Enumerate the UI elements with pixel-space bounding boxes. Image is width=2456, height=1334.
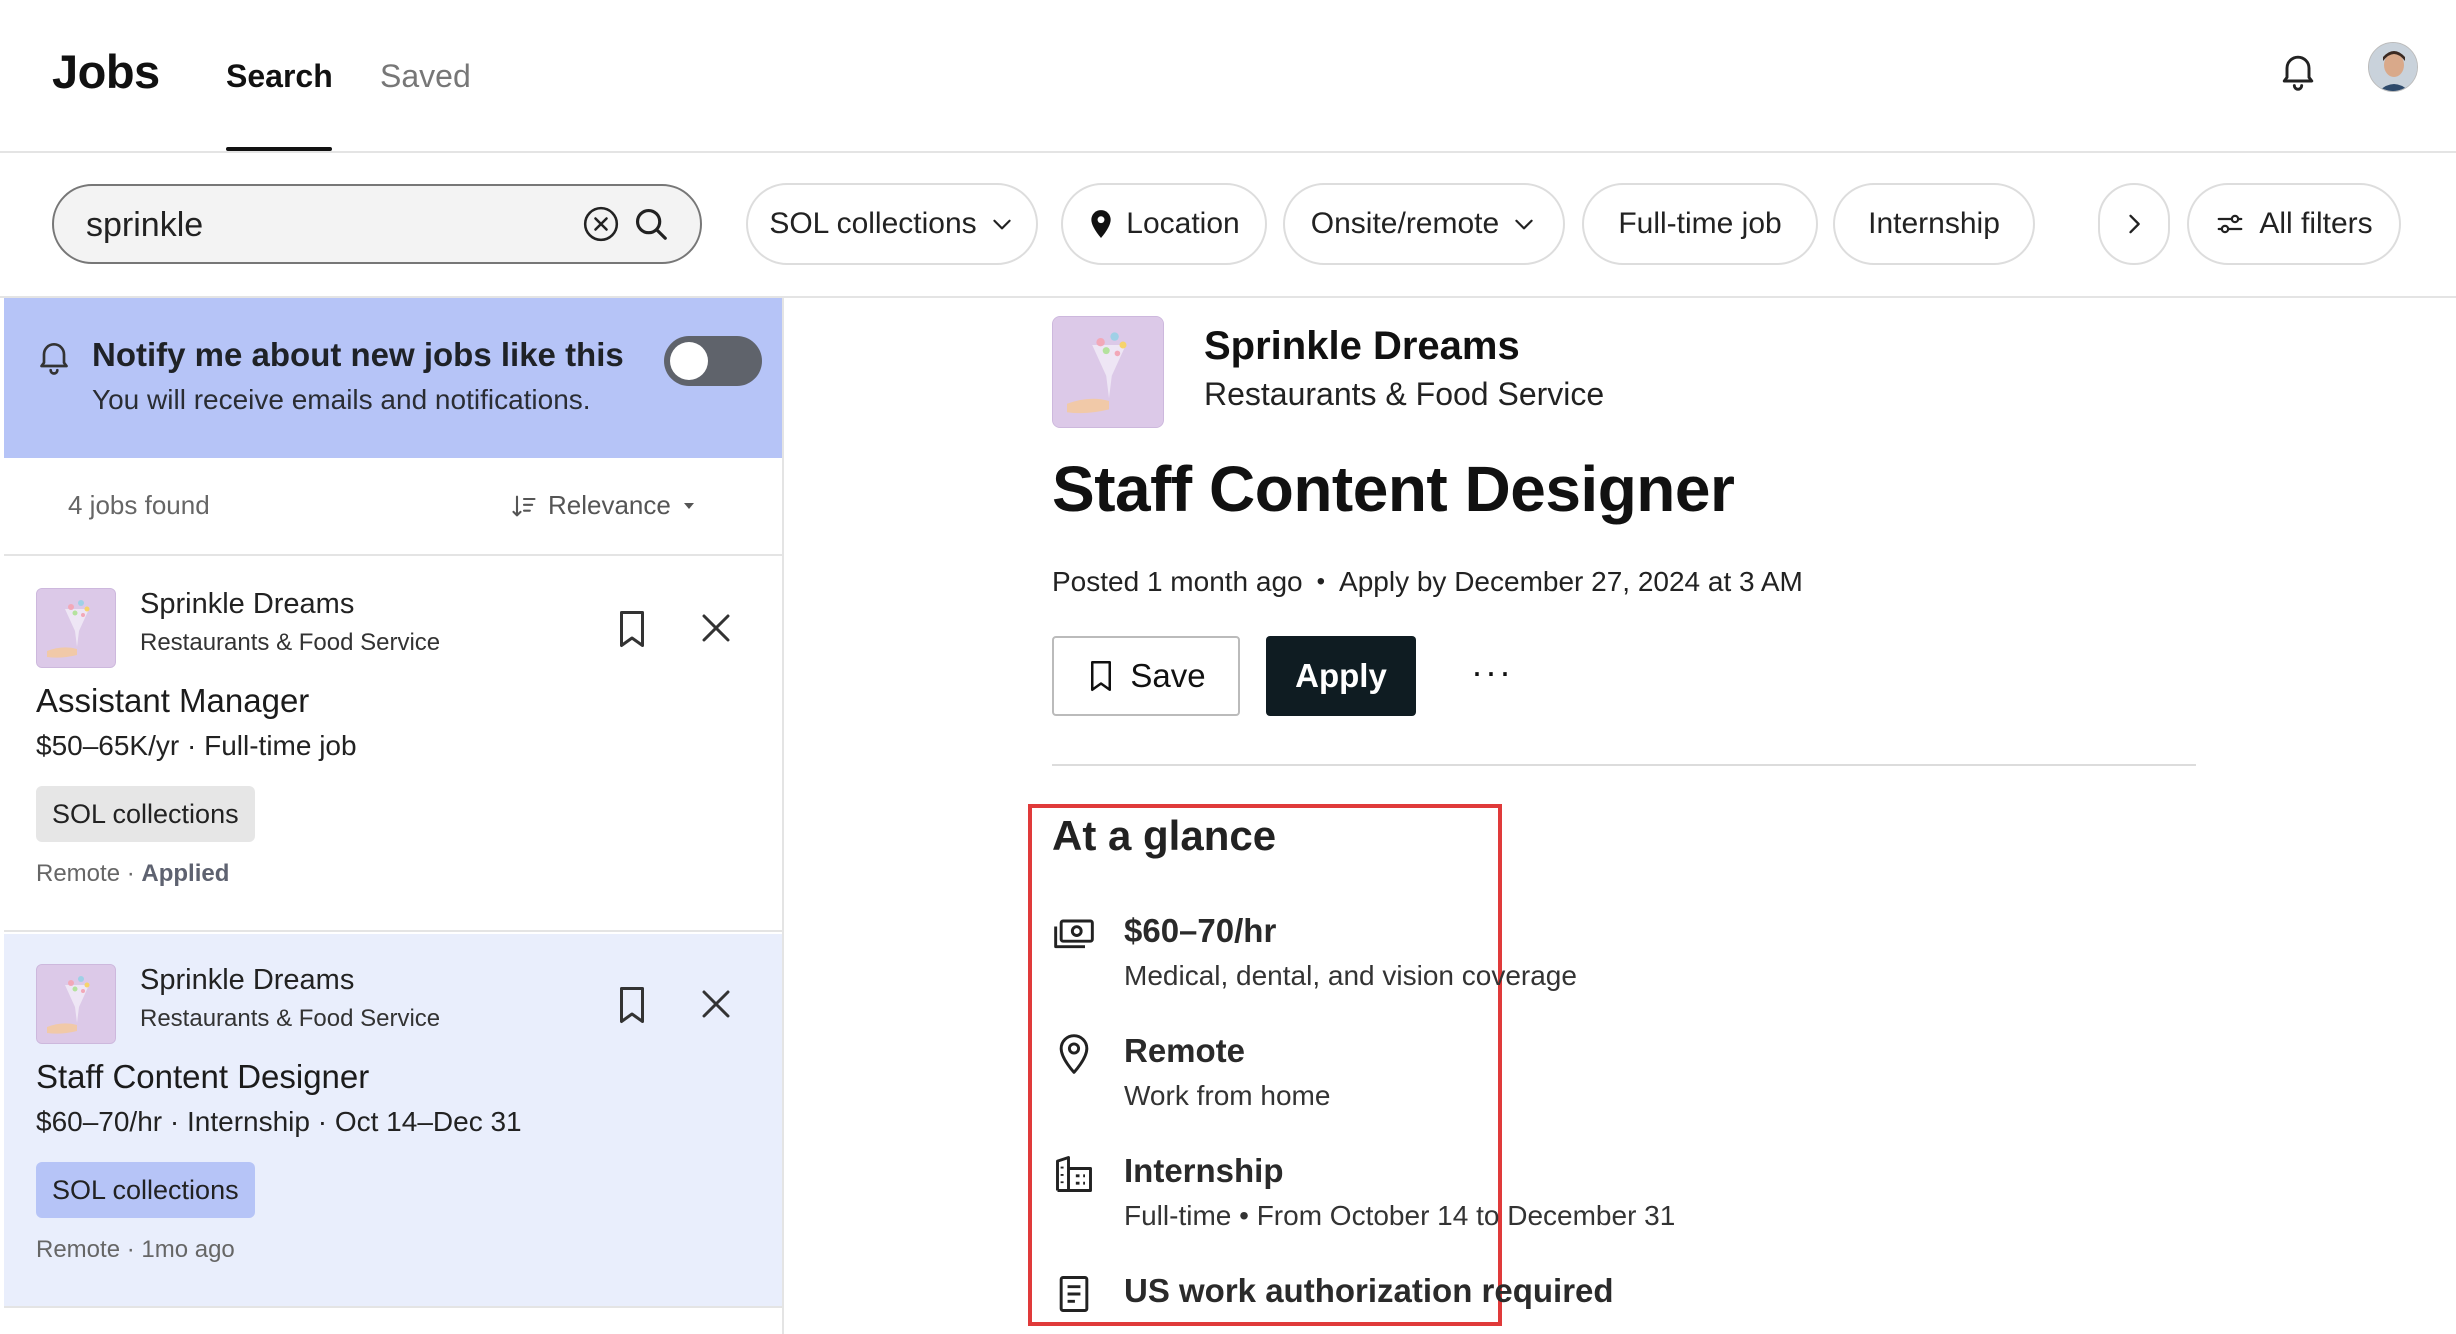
job-alert-toggle[interactable] <box>664 336 762 386</box>
glance-authorization-title: US work authorization required <box>1124 1272 1614 1309</box>
filter-location-label: Location <box>1126 207 1240 240</box>
chevron-down-icon <box>1515 219 1533 230</box>
user-avatar[interactable] <box>2368 42 2418 92</box>
job-card-title[interactable]: Staff Content Designer <box>36 1058 369 1096</box>
filter-internship-label: Internship <box>1868 207 2000 240</box>
job-card-company: Sprinkle Dreams <box>140 588 355 620</box>
filter-bar: sprinkle SOL collections Location Onsite… <box>0 153 2456 298</box>
all-filters-button[interactable]: All filters <box>2187 183 2401 265</box>
clear-search-icon[interactable] <box>582 205 620 243</box>
building-icon <box>1052 1152 1096 1196</box>
detail-posting-info: Posted 1 month ago • Apply by December 2… <box>1052 566 1803 598</box>
pin-icon <box>1091 210 1111 238</box>
chips-fade-overlay <box>2040 177 2096 273</box>
job-card-industry: Restaurants & Food Service <box>140 1005 441 1032</box>
at-a-glance-heading: At a glance <box>1052 812 1277 859</box>
company-logo <box>36 964 116 1044</box>
sort-icon <box>512 495 536 516</box>
job-alert-title: Notify me about new jobs like this <box>92 336 624 373</box>
job-list-panel: Notify me about new jobs like this You w… <box>0 298 784 1334</box>
apply-button[interactable]: Apply <box>1266 636 1416 716</box>
filter-internship[interactable]: Internship <box>1833 183 2035 265</box>
results-count: 4 jobs found <box>68 490 210 520</box>
save-button-label: Save <box>1130 657 1206 694</box>
job-card-company: Sprinkle Dreams <box>140 964 355 996</box>
filter-full-time-label: Full-time job <box>1618 207 1782 240</box>
glance-location-title: Remote <box>1124 1032 1246 1069</box>
company-logo <box>36 588 116 668</box>
chevron-right-icon <box>2129 214 2140 234</box>
job-card-footer: Remote · 1mo ago <box>36 1236 235 1263</box>
search-input[interactable]: sprinkle <box>52 184 702 264</box>
detail-job-title: Staff Content Designer <box>1052 453 1735 525</box>
filters-scroll-next-button[interactable] <box>2098 183 2170 265</box>
caret-down-icon <box>683 502 694 509</box>
toggle-knob <box>670 342 708 380</box>
bookmark-icon[interactable] <box>614 984 650 1026</box>
company-logo-large <box>1052 316 1164 428</box>
sliders-icon <box>2217 214 2243 234</box>
bookmark-icon <box>1091 661 1112 691</box>
job-card-age: 1mo ago <box>141 1236 235 1263</box>
job-card-meta: $60–70/hr · Internship · Oct 14–Dec 31 <box>36 1106 522 1137</box>
glance-type-title: Internship <box>1124 1152 1284 1189</box>
glance-pay-title: $60–70/hr <box>1124 912 1277 949</box>
filter-sol-collections-label: SOL collections <box>769 207 977 240</box>
more-options-button[interactable]: ··· <box>1462 642 1522 702</box>
search-input-value[interactable]: sprinkle <box>86 206 203 245</box>
chevron-down-icon <box>992 219 1011 230</box>
job-card-status: Applied <box>141 860 230 887</box>
filter-onsite-remote[interactable]: Onsite/remote <box>1283 183 1565 265</box>
job-card-selected[interactable]: Sprinkle Dreams Restaurants & Food Servi… <box>4 934 782 1308</box>
document-icon <box>1052 1272 1096 1316</box>
section-divider <box>1052 764 2196 766</box>
job-alert-subtitle: You will receive emails and notification… <box>92 384 591 415</box>
filter-full-time-job[interactable]: Full-time job <box>1582 183 1818 265</box>
detail-apply-by: Apply by December 27, 2024 at 3 AM <box>1339 566 1803 597</box>
job-card-tag: SOL collections <box>36 1162 255 1218</box>
app-title[interactable]: Jobs <box>52 44 160 99</box>
dismiss-job-icon[interactable] <box>698 986 734 1022</box>
active-tab-indicator <box>226 147 332 151</box>
bell-icon <box>34 336 74 376</box>
job-card-location: Remote <box>36 860 121 887</box>
search-icon[interactable] <box>632 205 670 243</box>
more-options-icon: ··· <box>1471 651 1513 692</box>
glance-location-subtitle: Work from home <box>1124 1080 1331 1111</box>
results-header: 4 jobs found Relevance <box>4 458 782 556</box>
top-header: Jobs Search Saved <box>0 0 2456 153</box>
job-card-footer: Remote · Applied <box>36 860 230 887</box>
job-card[interactable]: Sprinkle Dreams Restaurants & Food Servi… <box>4 558 782 932</box>
filter-onsite-remote-label: Onsite/remote <box>1310 207 1500 240</box>
bookmark-icon[interactable] <box>614 608 650 650</box>
highlight-box <box>1028 804 1502 1326</box>
glance-type-subtitle: Full-time • From October 14 to December … <box>1124 1200 1676 1231</box>
job-detail-pane: Sprinkle Dreams Restaurants & Food Servi… <box>786 298 2456 1334</box>
filter-location[interactable]: Location <box>1061 183 1267 265</box>
job-card-meta: $50–65K/yr · Full-time job <box>36 730 357 761</box>
sort-dropdown[interactable]: Relevance <box>510 490 697 521</box>
dismiss-job-icon[interactable] <box>698 610 734 646</box>
job-card-title[interactable]: Assistant Manager <box>36 682 309 720</box>
tab-saved[interactable]: Saved <box>380 58 471 95</box>
apply-button-label: Apply <box>1295 657 1387 694</box>
separator-dot: • <box>1316 568 1326 595</box>
job-card-tag: SOL collections <box>36 786 255 842</box>
notifications-bell-icon[interactable] <box>2276 48 2320 92</box>
save-button[interactable]: Save <box>1052 636 1240 716</box>
all-filters-label: All filters <box>2259 207 2373 240</box>
glance-pay-subtitle: Medical, dental, and vision coverage <box>1124 960 1577 991</box>
job-card-industry: Restaurants & Food Service <box>140 629 441 656</box>
detail-industry: Restaurants & Food Service <box>1204 376 1605 412</box>
location-pin-icon <box>1052 1032 1096 1076</box>
job-alert-banner: Notify me about new jobs like this You w… <box>4 298 782 458</box>
money-icon <box>1052 910 1096 954</box>
detail-posted-date: Posted 1 month ago <box>1052 566 1303 597</box>
filter-sol-collections[interactable]: SOL collections <box>746 183 1038 265</box>
job-card-location: Remote <box>36 1236 121 1263</box>
detail-company-name[interactable]: Sprinkle Dreams <box>1204 324 1520 369</box>
sort-label: Relevance <box>548 490 671 520</box>
tab-search[interactable]: Search <box>226 58 333 95</box>
